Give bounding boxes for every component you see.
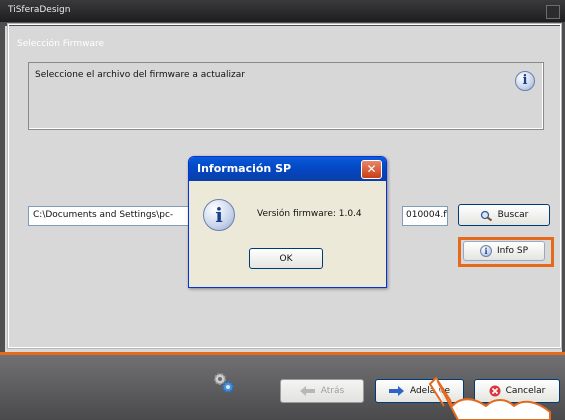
gear-icon [214,373,234,393]
fieldset-legend: Selección Firmware [14,39,108,49]
forward-arrow-icon [388,386,404,396]
firmware-path-input[interactable]: C:\Documents and Settings\pc- [28,206,192,226]
atras-button[interactable]: Atrás [280,379,364,403]
instruction-text: Seleccione el archivo del firmware a act… [35,70,245,80]
buscar-label: Buscar [497,210,529,220]
atras-label: Atrás [320,386,345,396]
ok-label: OK [279,253,293,264]
dialog-message: Versión firmware: 1.0.4 [257,209,362,219]
dialog-close-button[interactable]: ✕ [361,160,382,179]
path-right-text: 010004.f\ [406,210,448,220]
instruction-box: Seleccione el archivo del firmware a act… [28,62,544,130]
window-corner [546,5,560,19]
info-sp-button[interactable]: i Info SP [463,241,545,261]
back-arrow-icon [299,386,315,396]
dialog-title-bar: Información SP ✕ [189,157,386,181]
dialog-info-icon: i [203,199,235,231]
path-left-text: C:\Documents and Settings\pc- [33,210,174,220]
dialog-title: Información SP [197,162,292,175]
title-bar: TiSferaDesign [0,0,565,22]
search-icon [480,210,492,221]
dialog-ok-button[interactable]: OK [249,248,323,269]
info-sp-label: Info SP [496,246,529,256]
window-title: TiSferaDesign [8,5,71,15]
buscar-button[interactable]: Buscar [458,204,550,226]
info-sp-icon: i [479,245,492,257]
firmware-path-input-right[interactable]: 010004.f\ [402,206,448,226]
info-icon: i [515,71,535,91]
info-sp-dialog: Información SP ✕ i Versión firmware: 1.0… [188,156,387,288]
footer-divider [0,352,565,355]
hand-cursor-icon [428,377,551,420]
app-window: TiSferaDesign Selección Firmware Selecci… [0,0,565,420]
